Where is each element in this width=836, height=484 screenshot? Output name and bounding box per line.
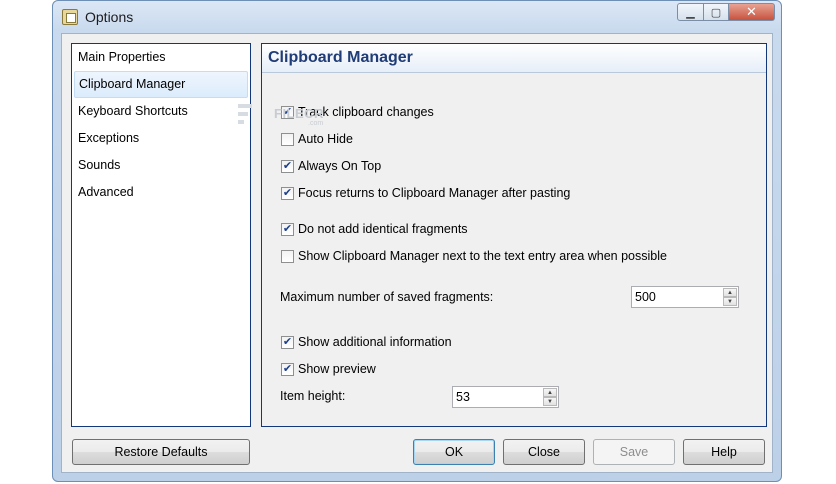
close-button[interactable]: Close [503, 439, 585, 465]
close-icon: ✕ [746, 4, 757, 19]
nav-item-keyboard-shortcuts[interactable]: Keyboard Shortcuts [72, 98, 250, 125]
no-identical-checkbox[interactable]: ✔ [281, 222, 294, 236]
focus-returns-checkbox[interactable]: ✔ [281, 186, 294, 200]
minimize-button[interactable]: ▁ [677, 3, 704, 21]
show-next-to-entry-option[interactable]: Show Clipboard Manager next to the text … [281, 248, 667, 264]
nav-item-sounds[interactable]: Sounds [72, 152, 250, 179]
maximize-button[interactable]: ▢ [704, 3, 729, 21]
show-preview-label: Show preview [298, 362, 376, 376]
focus-returns-option[interactable]: ✔ Focus returns to Clipboard Manager aft… [281, 185, 570, 201]
track-clipboard-checkbox[interactable]: ✔ [281, 105, 294, 119]
show-additional-checkbox[interactable]: ✔ [281, 335, 294, 349]
always-on-top-label: Always On Top [298, 159, 382, 173]
max-fragments-value[interactable]: 500 [635, 290, 656, 304]
spin-down-icon[interactable]: ▼ [543, 397, 557, 406]
window-title: Options [85, 9, 134, 25]
auto-hide-checkbox[interactable] [281, 132, 294, 146]
max-fragments-label: Maximum number of saved fragments: [280, 290, 494, 304]
close-window-button[interactable]: ✕ [729, 3, 775, 21]
restore-defaults-button[interactable]: Restore Defaults [72, 439, 250, 465]
always-on-top-checkbox[interactable]: ✔ [281, 159, 294, 173]
dialog-body: Main Properties Clipboard Manager Keyboa… [61, 33, 773, 473]
item-height-spinner[interactable]: 53 ▲ ▼ [452, 386, 559, 408]
track-clipboard-option[interactable]: ✔ Track clipboard changes [281, 104, 434, 120]
nav-item-exceptions[interactable]: Exceptions [72, 125, 250, 152]
item-height-value[interactable]: 53 [456, 390, 470, 404]
show-preview-checkbox[interactable]: ✔ [281, 362, 294, 376]
show-next-to-entry-label: Show Clipboard Manager next to the text … [298, 249, 667, 263]
nav-item-clipboard-manager[interactable]: Clipboard Manager [74, 71, 248, 98]
settings-panel: Clipboard Manager ✔ Track clipboard chan… [261, 43, 767, 427]
max-fragments-spinner[interactable]: 500 ▲ ▼ [631, 286, 739, 308]
item-height-stepper: ▲ ▼ [543, 388, 557, 406]
options-window: Options ▁ ▢ ✕ Main Properties Clipboard … [52, 0, 782, 482]
panel-title: Clipboard Manager [262, 44, 766, 73]
no-identical-label: Do not add identical fragments [298, 222, 468, 236]
always-on-top-option[interactable]: ✔ Always On Top [281, 158, 381, 174]
show-next-to-entry-checkbox[interactable] [281, 249, 294, 263]
ok-button[interactable]: OK [413, 439, 495, 465]
app-icon [62, 9, 78, 25]
item-height-label: Item height: [280, 389, 346, 403]
show-additional-label: Show additional information [298, 335, 452, 349]
maximize-icon: ▢ [710, 6, 722, 19]
auto-hide-option[interactable]: Auto Hide [281, 131, 353, 147]
nav-item-advanced[interactable]: Advanced [72, 179, 250, 206]
show-additional-option[interactable]: ✔ Show additional information [281, 334, 452, 350]
minimize-icon: ▁ [686, 6, 695, 19]
window-controls: ▁ ▢ ✕ [677, 3, 775, 23]
spin-up-icon[interactable]: ▲ [543, 388, 557, 397]
auto-hide-label: Auto Hide [298, 132, 353, 146]
track-clipboard-label: Track clipboard changes [298, 105, 434, 119]
save-button[interactable]: Save [593, 439, 675, 465]
category-list: Main Properties Clipboard Manager Keyboa… [71, 43, 251, 427]
max-fragments-stepper: ▲ ▼ [723, 288, 737, 306]
spin-up-icon[interactable]: ▲ [723, 288, 737, 297]
help-button[interactable]: Help [683, 439, 765, 465]
no-identical-option[interactable]: ✔ Do not add identical fragments [281, 221, 468, 237]
nav-item-main-properties[interactable]: Main Properties [72, 44, 250, 71]
focus-returns-label: Focus returns to Clipboard Manager after… [298, 186, 571, 200]
show-preview-option[interactable]: ✔ Show preview [281, 361, 376, 377]
spin-down-icon[interactable]: ▼ [723, 297, 737, 306]
title-bar[interactable]: Options ▁ ▢ ✕ [53, 1, 781, 33]
